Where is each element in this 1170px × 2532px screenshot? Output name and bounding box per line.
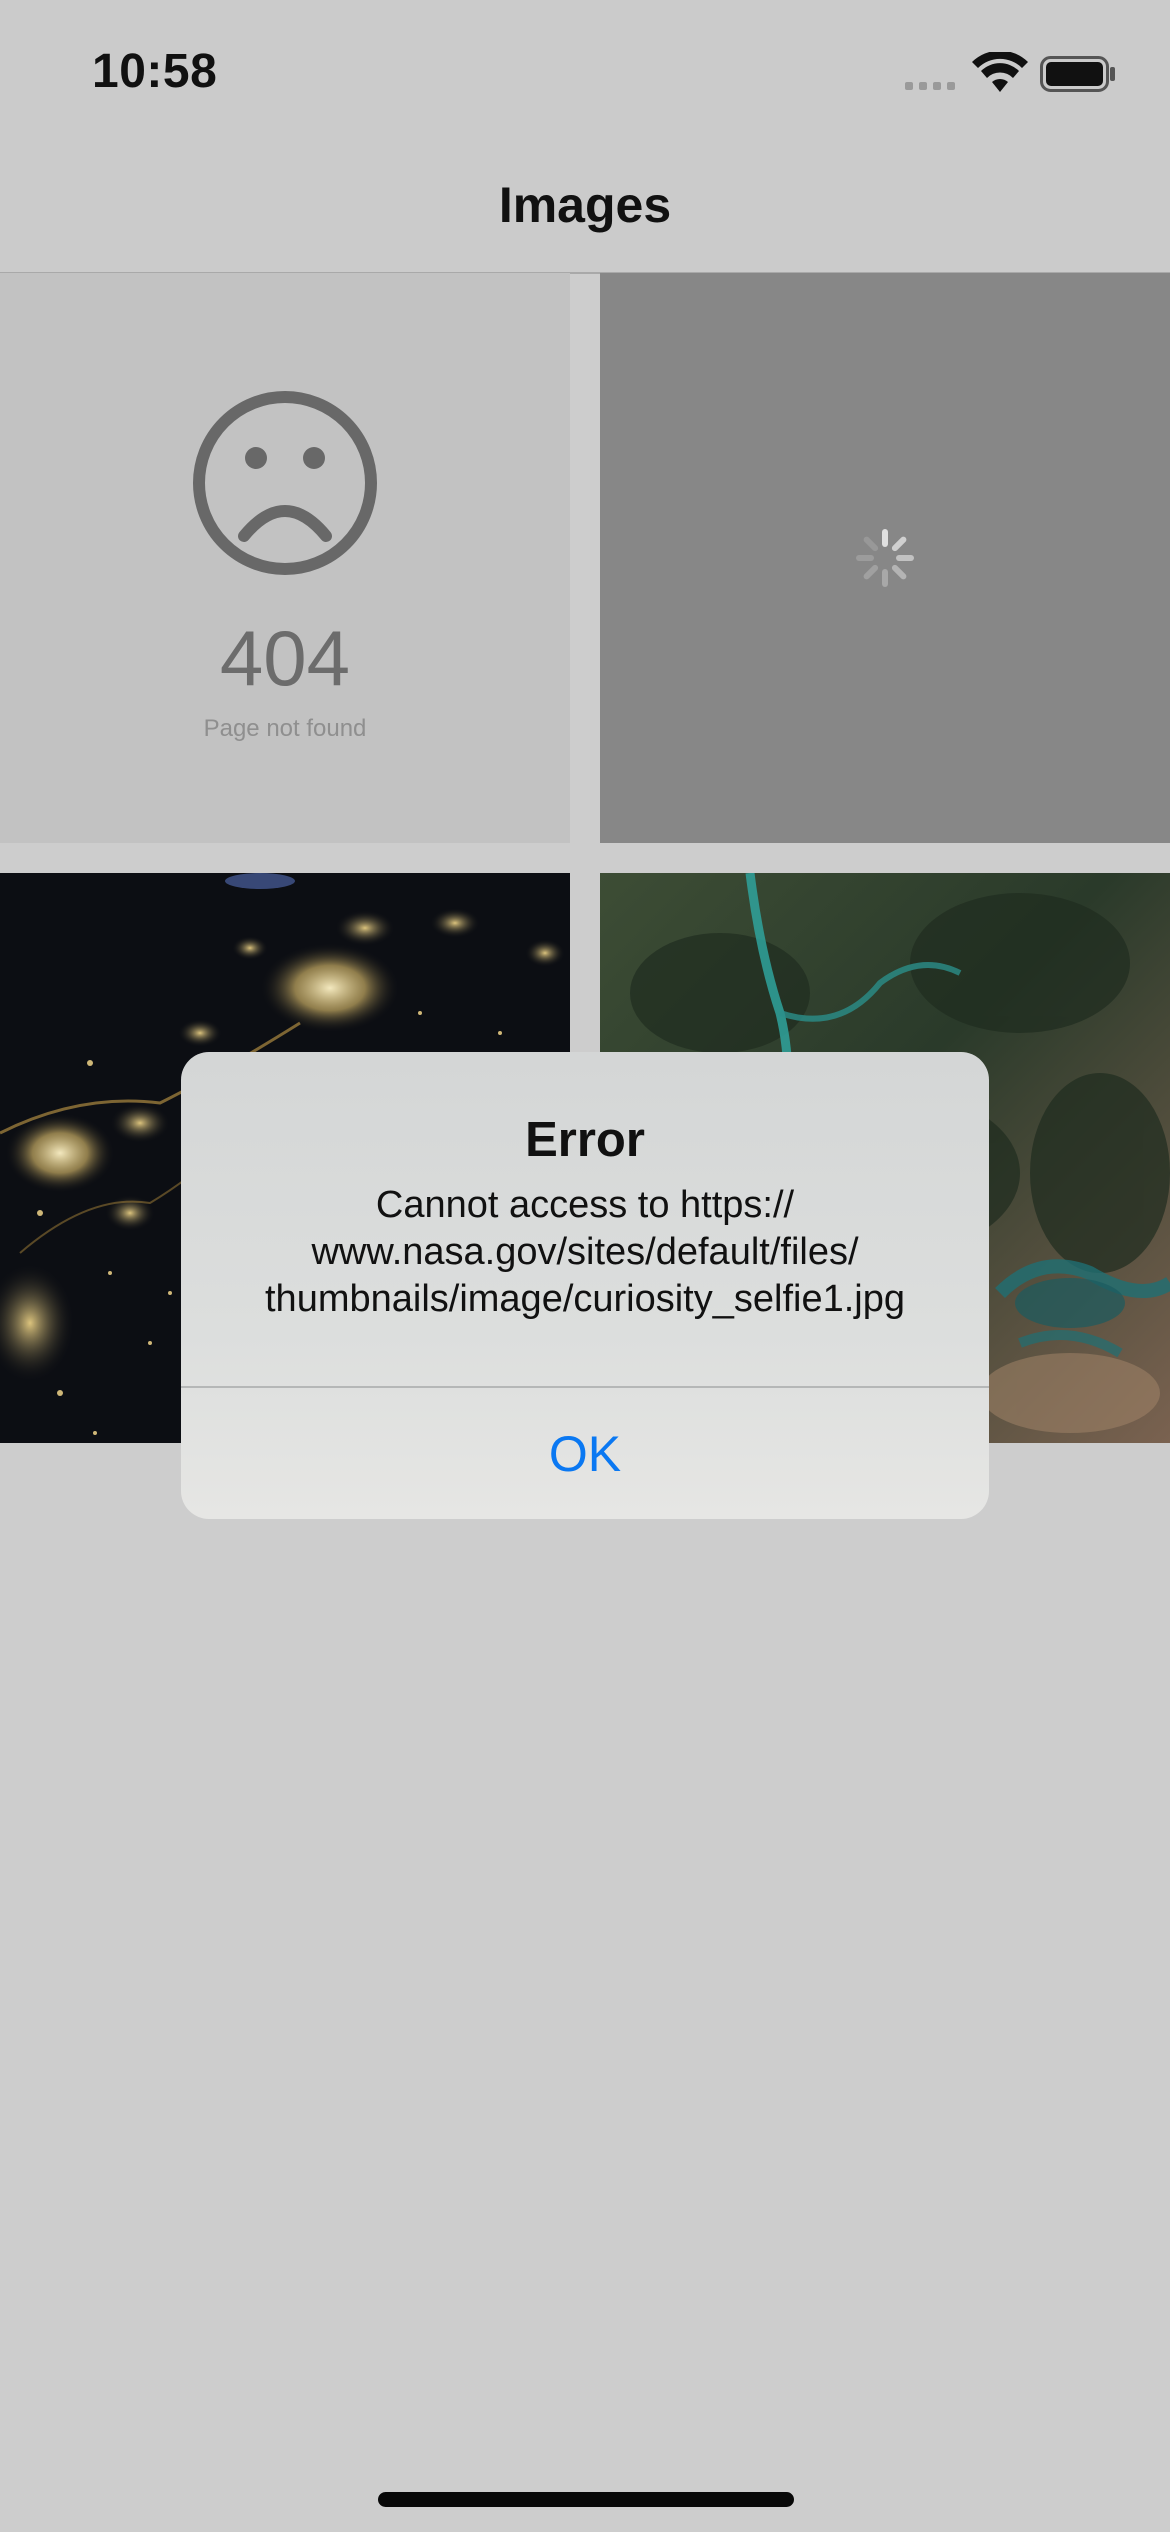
- image-cell-error[interactable]: 404 Page not found: [0, 273, 570, 843]
- status-time: 10:58: [92, 45, 218, 98]
- battery-icon: [1040, 56, 1115, 92]
- alert-message: Cannot access to https:// www.nasa.gov/s…: [265, 1184, 905, 1320]
- sad-face-icon: [193, 391, 377, 575]
- ok-button[interactable]: OK: [181, 1388, 989, 1519]
- spinner-icon: [856, 529, 914, 587]
- alert-title: Error: [525, 1113, 645, 1167]
- error-alert: Error Cannot access to https:// www.nasa…: [181, 1052, 989, 1519]
- screen: 10:58 Images 404 Page not found Error Ca…: [0, 0, 1170, 2532]
- signal-icon: [905, 82, 955, 90]
- image-cell-loading[interactable]: [600, 273, 1170, 843]
- wifi-icon: [972, 52, 1028, 92]
- error-message: Page not found: [203, 715, 367, 742]
- home-indicator[interactable]: [378, 2492, 794, 2507]
- page-title: Images: [498, 177, 672, 233]
- error-code: 404: [219, 614, 351, 702]
- navigation-bar: Images: [0, 140, 1170, 274]
- status-bar: 10:58: [0, 0, 1170, 140]
